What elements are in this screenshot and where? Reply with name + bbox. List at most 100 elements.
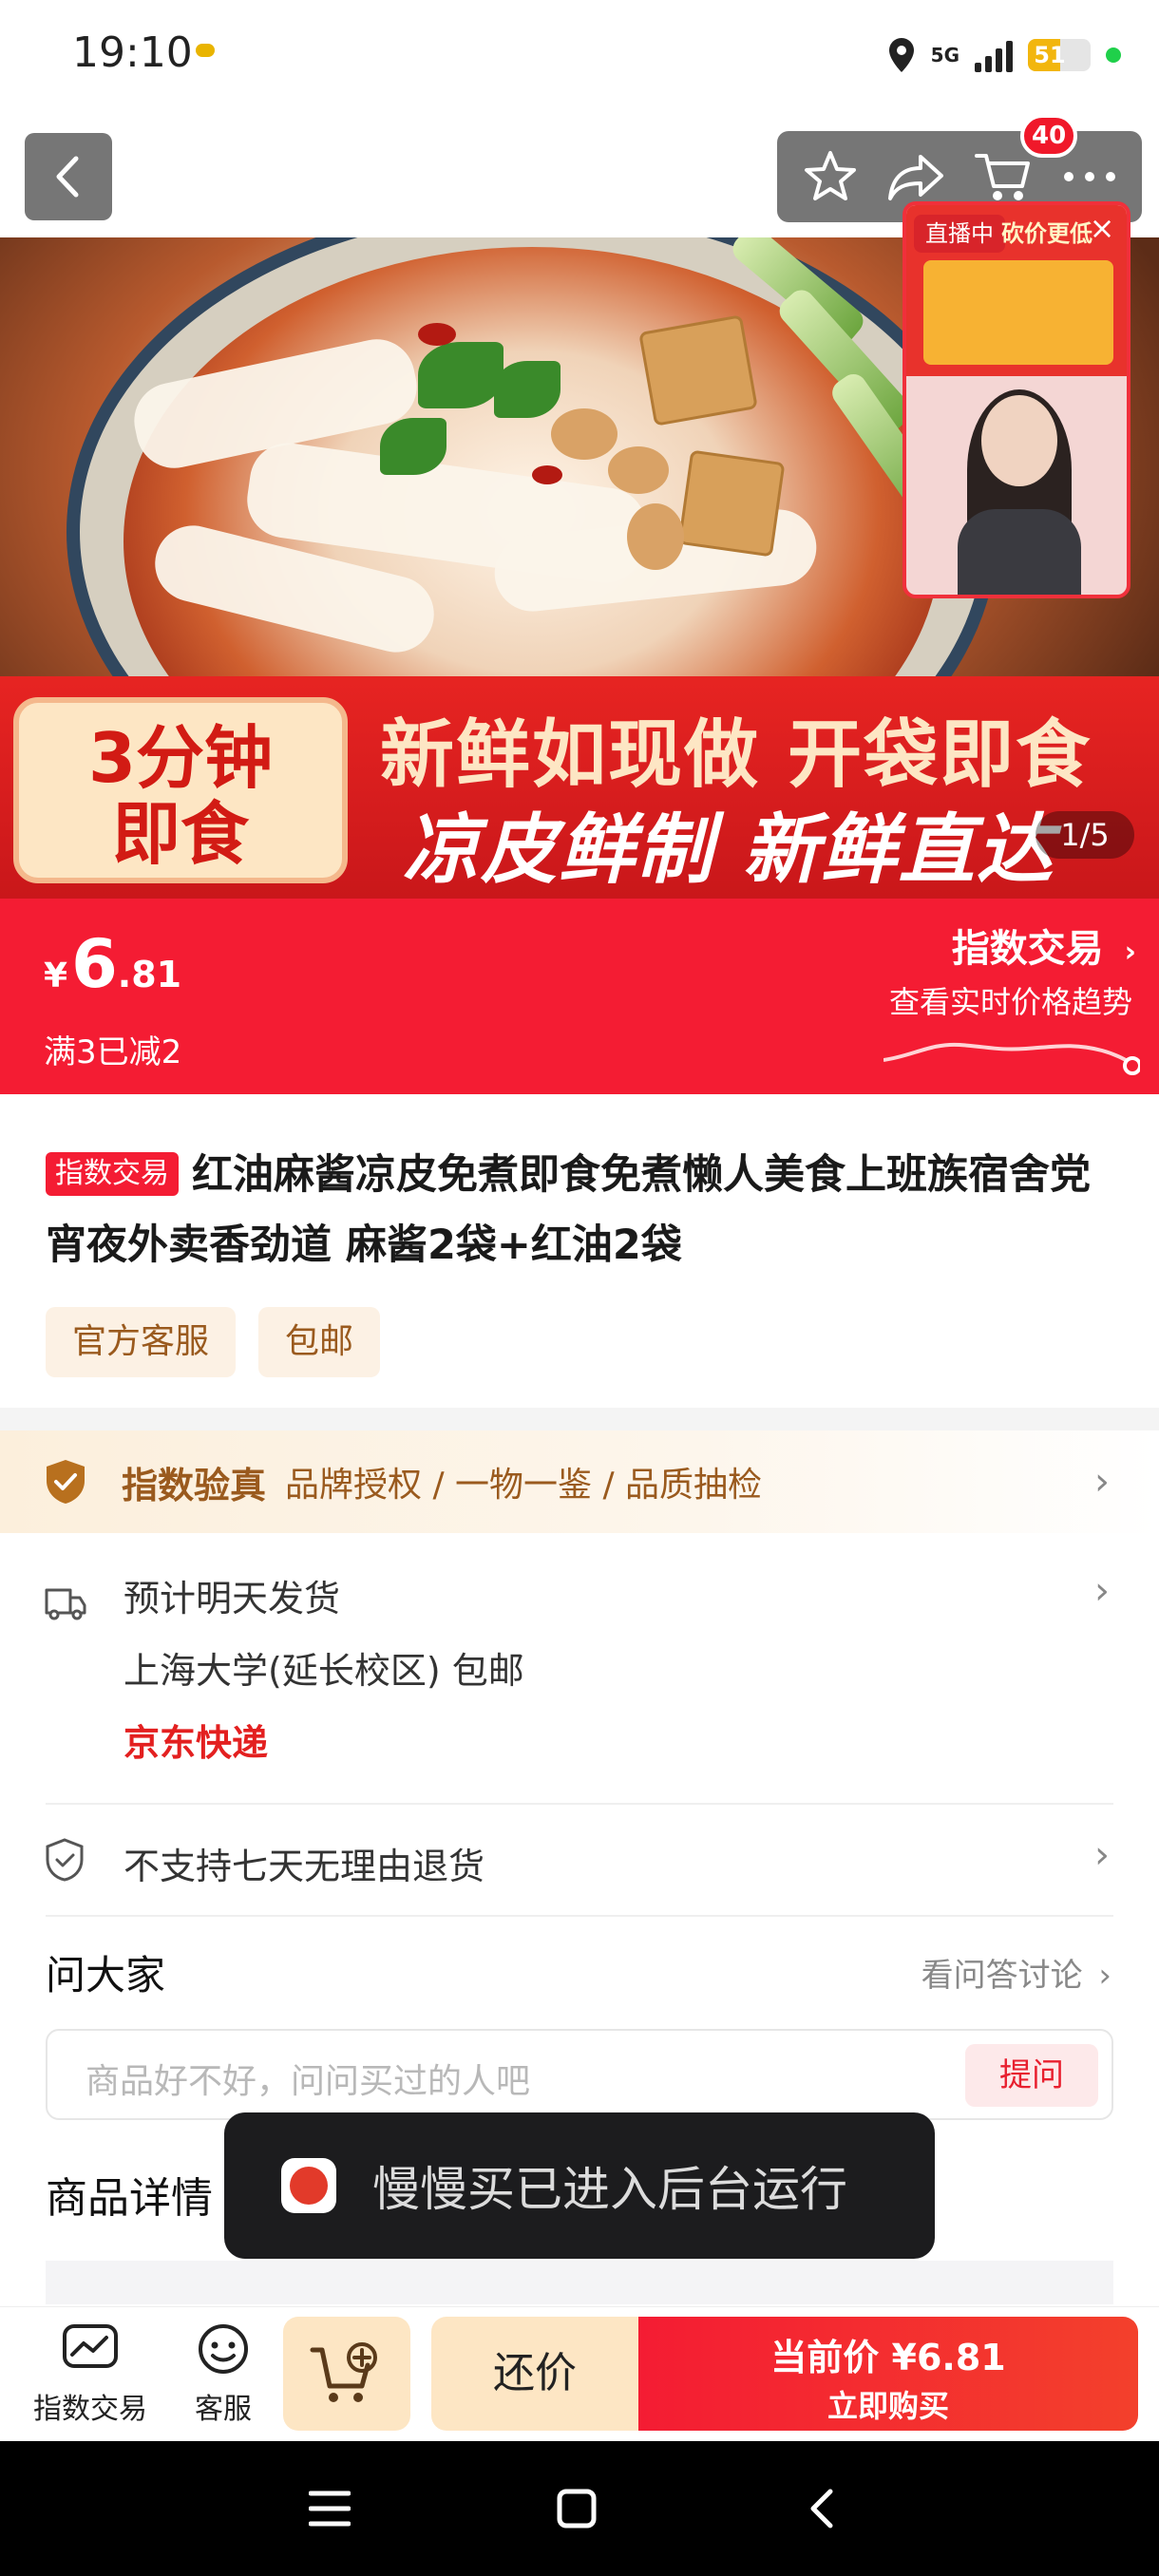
promo-text: 满3已减2 [44, 1033, 182, 1071]
favorite-button[interactable] [792, 139, 868, 215]
hero-banner: 3分钟 即食 新鲜如现做 开袋即食 凉皮鲜制 新鲜直达 1/5 [0, 676, 1159, 899]
cilantro-shape [494, 361, 560, 418]
index-trade-subtitle: 查看实时价格趋势 [888, 984, 1132, 1020]
qa-discussion-link[interactable]: 看问答讨论 › [922, 1949, 1112, 1996]
bargain-button[interactable]: 还价 [431, 2317, 638, 2431]
chili-shape [532, 465, 562, 484]
notification-icon [196, 44, 215, 57]
shield-check-icon [47, 1460, 85, 1504]
question-input[interactable]: 商品好不好，问问买过的人吧 提问 [46, 2029, 1113, 2120]
index-trade-label: 指数交易 [951, 927, 1104, 971]
live-label: 直播中 [914, 215, 1005, 253]
more-icon [1063, 172, 1115, 181]
background-toast: 慢慢买已进入后台运行 [224, 2112, 935, 2259]
product-info: 指数交易 红油麻酱凉皮免煮即食免煮懒人美食上班族宿舍党宵夜外卖香劲道 麻酱2袋+红… [0, 1094, 1159, 1408]
network-type: 5G [930, 44, 960, 66]
chart-box-icon [63, 2324, 118, 2368]
price-trend-sparkline [884, 1042, 1140, 1075]
cart-icon [974, 154, 1030, 200]
truck-icon [45, 1588, 86, 1620]
buy-now-button[interactable]: 当前价 ¥6.81 立即购买 [638, 2317, 1138, 2431]
live-stream-window[interactable]: 直播中 砍价更低 × [902, 201, 1130, 598]
qa-header: 问大家 [46, 1952, 166, 1998]
add-to-cart-button[interactable] [283, 2317, 410, 2431]
price-currency: ¥ [44, 957, 68, 995]
detail-placeholder [46, 2261, 1113, 2304]
buy-now-price: 当前价 ¥6.81 [770, 2337, 1006, 2378]
recent-apps-button[interactable] [296, 2475, 363, 2542]
menu-icon [309, 2491, 351, 2527]
status-time: 19:10 [72, 28, 193, 77]
back-icon [810, 2489, 833, 2529]
battery-icon: 51 [1028, 39, 1091, 71]
chevron-right-icon: › [1098, 1957, 1112, 1995]
free-shipping-tag: 包邮 [258, 1307, 381, 1377]
signal-icon [975, 38, 1013, 72]
app-logo-icon [281, 2158, 336, 2213]
chevron-right-icon: › [1094, 1569, 1110, 1613]
question-placeholder: 商品好不好，问问买过的人吧 [86, 2062, 531, 2101]
cilantro-shape [380, 418, 446, 475]
authenticity-subtitle: 品牌授权 / 一物一鉴 / 品质抽检 [285, 1466, 763, 1505]
peanut-shape [551, 408, 618, 460]
cart-count-badge: 40 [1020, 114, 1078, 158]
tofu-shape [677, 449, 786, 558]
price-integer: 6 [71, 925, 118, 1003]
status-indicators: 5G 51 [887, 28, 1121, 82]
shield-outline-icon [46, 1838, 84, 1882]
authenticity-row[interactable]: 指数验真 品牌授权 / 一物一鉴 / 品质抽检 › [0, 1430, 1159, 1533]
index-trade-tab[interactable]: 指数交易 [28, 2322, 152, 2427]
price-decimal: .81 [117, 954, 182, 995]
banner-slogan-1: 新鲜如现做 开袋即食 [380, 712, 1092, 798]
current-price: ¥ 6 .81 [44, 925, 181, 1003]
buy-now-label: 立即购买 [826, 2388, 949, 2424]
toast-text: 慢慢买已进入后台运行 [372, 2162, 847, 2217]
battery-level: 51 [1034, 42, 1066, 68]
authenticity-title: 指数验真 [122, 1464, 267, 1506]
section-divider [0, 1408, 1159, 1430]
ask-button[interactable]: 提问 [965, 2044, 1098, 2107]
live-stream-board [923, 260, 1113, 365]
divider [46, 1915, 1113, 1917]
product-detail-header: 商品详情 [46, 2174, 213, 2223]
ship-eta: 预计明天发货 [124, 1578, 341, 1619]
product-title: 指数交易 红油麻酱凉皮免煮即食免煮懒人美食上班族宿舍党宵夜外卖香劲道 麻酱2袋+红… [46, 1140, 1119, 1280]
service-tags: 官方客服 包邮 [46, 1307, 381, 1377]
privacy-indicator [1106, 47, 1121, 63]
system-navigation-bar [0, 2441, 1159, 2576]
chili-shape [418, 323, 456, 346]
streamer-avatar [958, 389, 1081, 595]
service-face-icon [199, 2324, 248, 2374]
ready-badge: 3分钟 即食 [13, 697, 348, 883]
cart-plus-icon [310, 2342, 377, 2402]
official-service-tag[interactable]: 官方客服 [46, 1307, 237, 1377]
chevron-right-icon: › [1094, 1460, 1110, 1504]
peanut-shape [627, 503, 684, 570]
qa-discussion-label: 看问答讨论 [921, 1957, 1083, 1995]
close-icon[interactable]: × [1085, 211, 1119, 245]
system-back-button[interactable] [788, 2475, 855, 2542]
price-bar: ¥ 6 .81 满3已减2 指数交易 › 查看实时价格趋势 [0, 899, 1159, 1094]
chevron-right-icon: › [1094, 1833, 1110, 1877]
return-policy-row[interactable]: 不支持七天无理由退货 › [0, 1805, 1159, 1913]
location-icon [888, 38, 914, 72]
status-bar: 19:10 5G 51 [0, 0, 1159, 114]
index-trade-tab-label: 指数交易 [33, 2393, 147, 2426]
index-trade-link[interactable]: 指数交易 › [952, 918, 1136, 973]
home-square-icon [557, 2489, 597, 2529]
chevron-right-icon: › [1124, 936, 1136, 969]
tofu-shape [638, 314, 758, 426]
peanut-shape [608, 446, 669, 494]
ready-badge-text: 3分钟 即食 [87, 718, 274, 874]
ship-carrier: 京东快递 [124, 1722, 269, 1764]
shipping-row[interactable]: 预计明天发货 上海大学(延长校区) 包邮 京东快递 › [0, 1550, 1159, 1807]
home-button[interactable] [543, 2475, 610, 2542]
back-arrow-icon [56, 156, 79, 198]
image-page-indicator: 1/5 [1036, 811, 1134, 859]
back-button[interactable] [25, 133, 112, 220]
index-trade-tag: 指数交易 [46, 1152, 179, 1196]
ship-address: 上海大学(延长校区) 包邮 [124, 1650, 524, 1692]
star-icon [804, 151, 856, 200]
customer-service-tab-label: 客服 [195, 2393, 252, 2426]
customer-service-tab[interactable]: 客服 [171, 2322, 276, 2427]
